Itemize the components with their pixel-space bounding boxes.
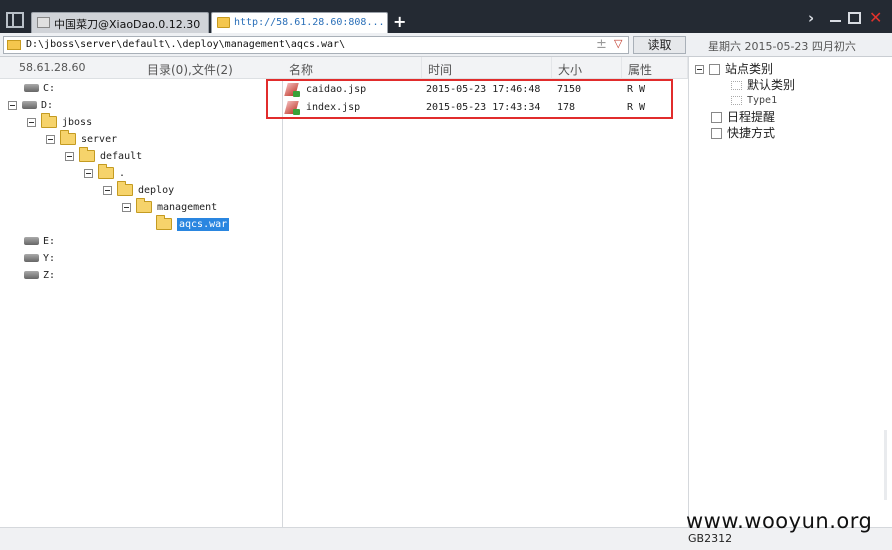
- close-button[interactable]: ✕: [869, 10, 882, 26]
- tree-drive-d[interactable]: D:: [8, 98, 53, 114]
- folder-label: management: [157, 202, 218, 213]
- tree-folder-management[interactable]: management: [122, 198, 218, 216]
- app-icon[interactable]: [6, 12, 24, 28]
- file-list-panel: 名称 时间 大小 属性 caidao.jsp 2015-05-23 17:46:…: [283, 57, 688, 527]
- site-panel: 站点类别 默认类别 Type1 日程提醒 快捷方式: [688, 57, 892, 527]
- encoding-label: GB2312: [688, 532, 733, 545]
- drive-icon: [22, 101, 37, 109]
- hand-icon: [711, 128, 722, 139]
- expander-icon[interactable]: [103, 185, 112, 195]
- folder-label: .: [119, 168, 126, 179]
- folder-icon: [41, 113, 57, 128]
- path-input[interactable]: D:\jboss\server\default\.\deploy\managem…: [3, 36, 629, 54]
- address-bar: D:\jboss\server\default\.\deploy\managem…: [0, 33, 892, 57]
- column-header-time[interactable]: 时间: [422, 57, 552, 79]
- plus-minus-icon[interactable]: ±: [596, 37, 607, 52]
- tree-folder-default[interactable]: default: [65, 147, 143, 165]
- folder-icon: [79, 147, 95, 162]
- chevron-right-icon[interactable]: ›: [808, 10, 814, 26]
- item-count: 目录(0),文件(2): [147, 63, 233, 77]
- folder-label: default: [100, 151, 143, 162]
- type1-item[interactable]: Type1: [731, 93, 777, 109]
- tree-folder-aqcs-war[interactable]: aqcs.war: [156, 215, 230, 233]
- maximize-button[interactable]: [848, 12, 861, 24]
- drive-label: E:: [43, 236, 56, 247]
- scrollbar[interactable]: [884, 430, 887, 500]
- reminder-label: 日程提醒: [727, 110, 776, 124]
- folder-label: jboss: [62, 117, 93, 128]
- tab-label: 中国菜刀@XiaoDao.0.12.30: [54, 18, 201, 31]
- folder-icon: [217, 17, 230, 28]
- folder-open-icon: [156, 215, 172, 230]
- expander-icon[interactable]: [65, 151, 74, 161]
- read-button[interactable]: 读取: [633, 36, 686, 54]
- shortcut-item[interactable]: 快捷方式: [711, 125, 775, 141]
- folder-label: server: [81, 134, 118, 145]
- tab-shell[interactable]: http://58.61.28.60:808...: [211, 12, 388, 33]
- tree-drive-e[interactable]: E:: [24, 234, 55, 250]
- drive-icon: [24, 254, 39, 262]
- folder-label: deploy: [138, 185, 175, 196]
- tree-drive-z[interactable]: Z:: [24, 268, 55, 284]
- default-category-label: 默认类别: [747, 78, 796, 92]
- folder-icon: [60, 130, 76, 145]
- folder-icon: [98, 164, 114, 179]
- drive-label: Y:: [43, 253, 56, 264]
- expander-icon[interactable]: [695, 65, 704, 74]
- folder-icon: [7, 40, 21, 50]
- chevron-down-icon[interactable]: ▽: [614, 37, 622, 50]
- reminder-item[interactable]: 日程提醒: [711, 109, 775, 125]
- directory-panel: 58.61.28.60 目录(0),文件(2) C: D: jboss serv…: [0, 57, 283, 527]
- calendar-icon: [711, 112, 722, 123]
- shortcut-label: 快捷方式: [727, 126, 776, 140]
- category-icon: [731, 95, 742, 105]
- column-header-size[interactable]: 大小: [552, 57, 622, 79]
- minimize-button[interactable]: [830, 20, 841, 22]
- category-icon: [709, 64, 720, 75]
- expander-icon[interactable]: [27, 117, 36, 127]
- expander-icon[interactable]: [8, 100, 17, 110]
- tree-folder-jboss[interactable]: jboss: [27, 113, 93, 131]
- default-category-item[interactable]: 默认类别: [731, 77, 795, 93]
- folder-icon: [117, 181, 133, 196]
- tab-page-icon: [37, 17, 50, 28]
- highlight-box: [266, 79, 673, 119]
- path-text: D:\jboss\server\default\.\deploy\managem…: [26, 39, 346, 50]
- drive-icon: [24, 84, 39, 92]
- tab-home[interactable]: 中国菜刀@XiaoDao.0.12.30: [31, 12, 209, 33]
- column-header-attr[interactable]: 属性: [622, 57, 688, 79]
- title-bar: 中国菜刀@XiaoDao.0.12.30 http://58.61.28.60:…: [0, 0, 892, 33]
- type1-label: Type1: [747, 95, 778, 106]
- expander-icon[interactable]: [46, 134, 55, 144]
- tree-drive-y[interactable]: Y:: [24, 251, 55, 267]
- column-header-name[interactable]: 名称: [283, 57, 422, 79]
- drive-icon: [24, 271, 39, 279]
- date-display: 星期六 2015-05-23 四月初六: [708, 40, 856, 53]
- new-tab-button[interactable]: +: [393, 12, 406, 32]
- tree-drive-c[interactable]: C:: [24, 81, 55, 97]
- directory-header: 58.61.28.60 目录(0),文件(2): [0, 57, 283, 79]
- expander-icon[interactable]: [122, 202, 131, 212]
- category-icon: [731, 81, 742, 90]
- drive-label: C:: [43, 83, 56, 94]
- drive-label: Z:: [43, 270, 56, 281]
- site-category-label: 站点类别: [725, 62, 774, 76]
- tree-folder-dot[interactable]: .: [84, 164, 126, 182]
- folder-icon: [136, 198, 152, 213]
- site-category-item[interactable]: 站点类别: [695, 61, 773, 77]
- tree-folder-deploy[interactable]: deploy: [103, 181, 175, 199]
- expander-icon[interactable]: [84, 168, 93, 178]
- folder-label-selected: aqcs.war: [177, 218, 230, 231]
- drive-label: D:: [41, 100, 54, 111]
- tab-label: http://58.61.28.60:808...: [234, 17, 385, 28]
- host-label: 58.61.28.60: [19, 61, 86, 74]
- watermark: www.wooyun.org: [686, 509, 873, 533]
- tree-folder-server[interactable]: server: [46, 130, 118, 148]
- drive-icon: [24, 237, 39, 245]
